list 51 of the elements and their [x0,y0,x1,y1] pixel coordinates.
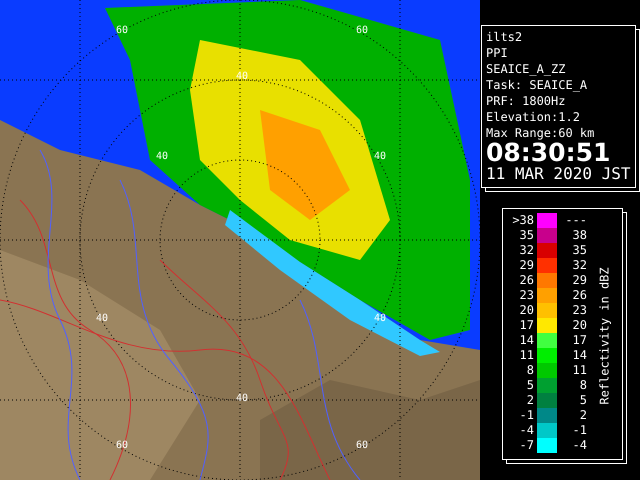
legend-high-value: 35 [572,243,588,258]
legend-low-value: 23 [518,288,535,303]
legend-title: Reflectivity in dBZ [598,267,612,405]
legend-low-value: >38 [511,213,535,228]
legend-high-value: 38 [572,228,588,243]
legend-high-value: 17 [572,333,588,348]
range-label: 40 [236,393,248,405]
info-line: ilts2 [486,29,524,45]
legend-low-value: 20 [518,303,535,318]
range-label: 40 [96,313,108,325]
legend-high-value: --- [564,213,588,228]
info-line: Elevation:1.2 [486,109,581,125]
legend-low-value: 35 [518,228,535,243]
range-label: 40 [156,151,168,163]
legend-high-value: 29 [572,273,588,288]
legend-low-value: -4 [518,423,535,438]
legend-low-value: 14 [518,333,535,348]
legend-high-value: 26 [572,288,588,303]
legend-low-value: 32 [518,243,535,258]
legend-high-value: 8 [578,378,588,393]
range-label: 60 [356,25,368,37]
legend-high-value: 23 [572,303,588,318]
legend-high-value: 11 [572,363,588,378]
info-line: PPI [486,45,509,61]
range-label: 60 [116,25,128,37]
legend-low-value: 2 [526,393,535,408]
legend-low-value: 17 [518,318,535,333]
legend-low-value: 26 [518,273,535,288]
info-line: SEAICE_A_ZZ [486,61,566,77]
legend-high-value: -1 [572,423,588,438]
legend-low-value: -7 [518,438,535,453]
time-text: 08:30:51 [486,141,612,165]
legend-high-value: 32 [572,258,588,273]
legend-high-value: 14 [572,348,588,363]
legend-low-value: 29 [518,258,535,273]
legend-low-value: 8 [526,363,535,378]
info-line: PRF: 1800Hz [486,93,566,109]
date-text: 11 MAR 2020 JST [486,165,632,183]
legend-low-value: 11 [518,348,535,363]
range-label: 40 [374,151,386,163]
legend-low-value: 5 [526,378,535,393]
range-label: 40 [374,313,386,325]
range-label: 40 [236,71,248,83]
legend-high-value: -4 [572,438,588,453]
range-label: 60 [356,440,368,452]
info-line: Task: SEAICE_A [486,77,588,93]
legend-high-value: 2 [578,408,588,423]
legend-low-value: -1 [518,408,535,423]
legend-high-value: 20 [572,318,588,333]
info-line: Max Range:60 km [486,125,596,141]
legend-high-value: 5 [578,393,588,408]
